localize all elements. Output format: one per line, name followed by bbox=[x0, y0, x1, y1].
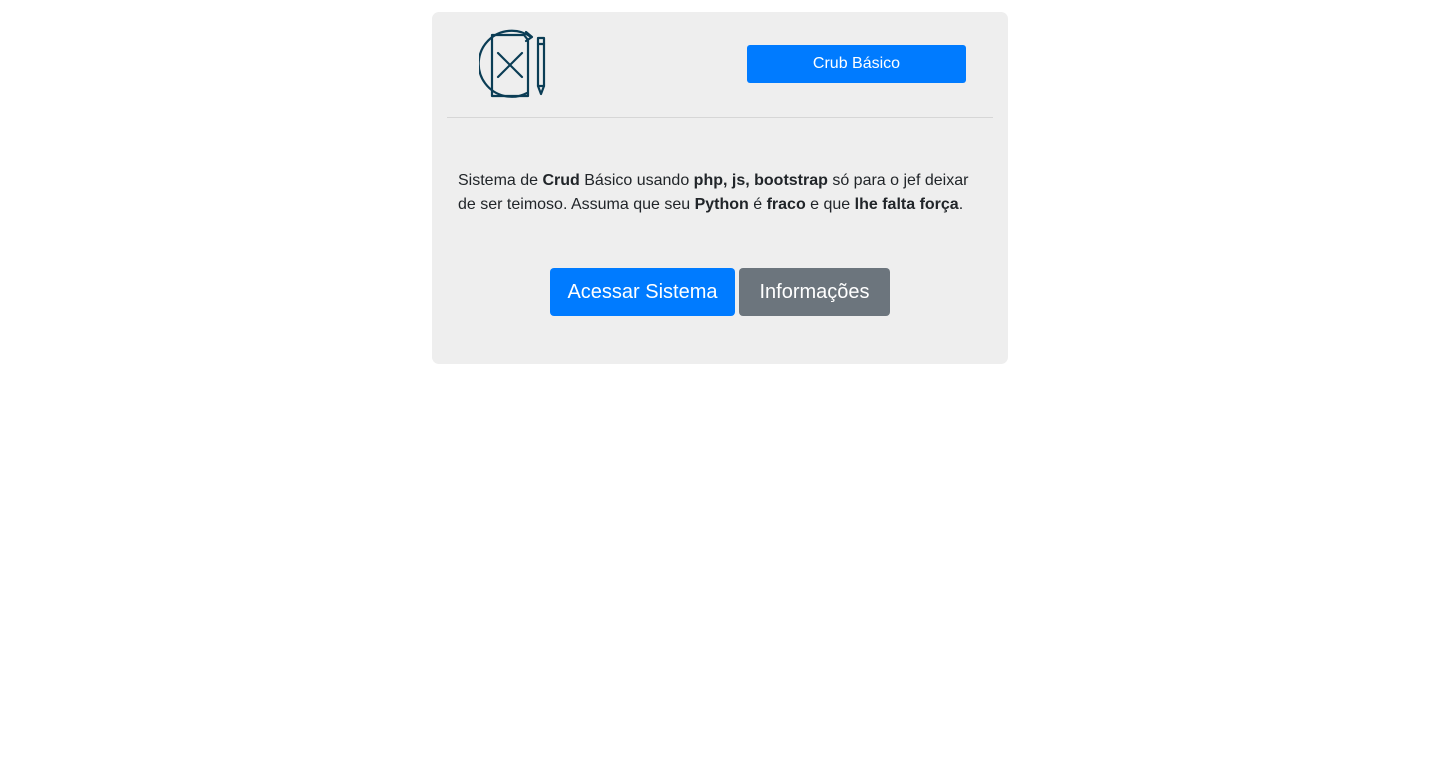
information-button[interactable]: Informações bbox=[739, 268, 890, 316]
document-cross-pencil-icon bbox=[479, 29, 546, 98]
description-segment: é bbox=[748, 196, 767, 213]
access-system-button[interactable]: Acessar Sistema bbox=[550, 268, 735, 316]
description-emphasis: Python bbox=[694, 196, 749, 213]
description-segment: e que bbox=[805, 196, 855, 213]
action-buttons: Acessar Sistema Informações bbox=[432, 268, 1008, 316]
description-segment: Básico usando bbox=[579, 172, 694, 189]
brand-button[interactable]: Crub Básico bbox=[747, 45, 966, 83]
jumbotron-card: Crub Básico Sistema de Crud Básico usand… bbox=[432, 12, 1008, 364]
description-emphasis: php, js, bootstrap bbox=[693, 172, 828, 189]
description-segment: . bbox=[958, 196, 964, 213]
description-emphasis: fraco bbox=[766, 196, 806, 213]
description-segment: Sistema de bbox=[458, 172, 543, 189]
description-text: Sistema de Crud Básico usando php, js, b… bbox=[458, 169, 990, 217]
description-emphasis: Crud bbox=[542, 172, 580, 189]
description-emphasis: lhe falta força bbox=[854, 196, 959, 213]
card-header: Crub Básico bbox=[447, 12, 993, 118]
